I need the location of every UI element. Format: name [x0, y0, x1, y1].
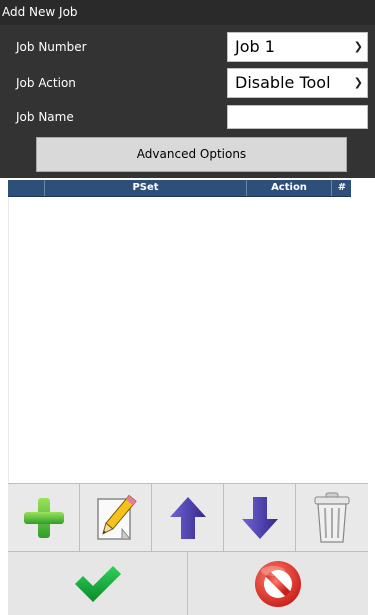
- job-action-value: Disable Tool: [235, 73, 331, 92]
- column-header-count[interactable]: #: [331, 180, 352, 196]
- job-action-select[interactable]: Disable Tool ❯: [227, 68, 368, 98]
- grid-toolbar: [8, 483, 368, 551]
- dialog-title: Add New Job: [0, 0, 375, 25]
- cancel-button[interactable]: [188, 552, 368, 615]
- dialog-footer: [8, 551, 368, 615]
- job-number-select[interactable]: Job 1 ❯: [227, 32, 368, 62]
- add-icon: [23, 497, 64, 538]
- chevron-down-icon: ❯: [353, 76, 363, 89]
- column-header-pset[interactable]: PSet: [44, 180, 246, 196]
- move-up-button[interactable]: [152, 484, 224, 551]
- job-name-input[interactable]: [227, 105, 368, 129]
- pset-grid-body[interactable]: [8, 197, 352, 482]
- delete-button[interactable]: [296, 484, 368, 551]
- advanced-options-button[interactable]: Advanced Options: [36, 137, 347, 172]
- pset-grid-header: PSet Action #: [8, 180, 351, 197]
- move-down-arrow-icon: [241, 496, 278, 539]
- confirm-checkmark-icon: [74, 565, 121, 602]
- confirm-button[interactable]: [8, 552, 188, 615]
- column-header-select[interactable]: [8, 180, 44, 196]
- job-number-value: Job 1: [235, 37, 275, 56]
- column-header-action[interactable]: Action: [246, 180, 331, 196]
- job-form-panel: Add New Job Job Number Job 1 ❯ Job Actio…: [0, 0, 375, 178]
- edit-pencil-icon: [96, 494, 137, 540]
- move-up-arrow-icon: [169, 496, 206, 539]
- add-button[interactable]: [8, 484, 80, 551]
- move-down-button[interactable]: [224, 484, 296, 551]
- trash-icon: [314, 492, 350, 543]
- edit-button[interactable]: [80, 484, 152, 551]
- job-number-label: Job Number: [16, 40, 87, 54]
- chevron-down-icon: ❯: [353, 40, 363, 53]
- cancel-no-icon: [255, 560, 301, 607]
- job-name-label: Job Name: [16, 110, 74, 124]
- job-action-label: Job Action: [16, 76, 76, 90]
